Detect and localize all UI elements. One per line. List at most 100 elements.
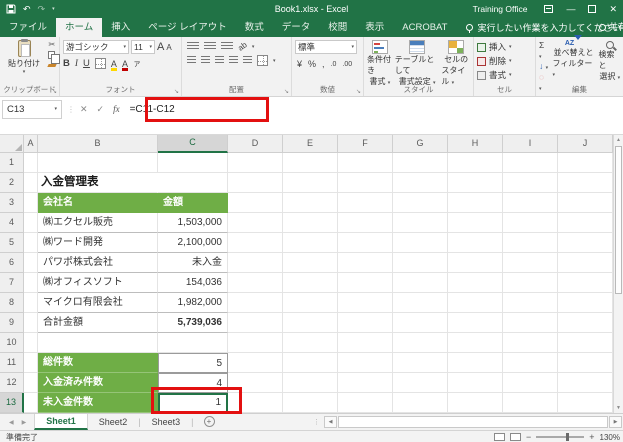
cell-J1[interactable] [558,153,613,173]
cell-G11[interactable] [393,353,448,373]
cell-I7[interactable] [503,273,558,293]
tab-acrobat[interactable]: ACROBAT [393,18,456,37]
cell-E11[interactable] [283,353,338,373]
cell-I10[interactable] [503,333,558,353]
cell-styles-button[interactable]: セルの スタイル ▾ [441,40,471,87]
cell-C5[interactable]: 2,100,000 [158,233,228,253]
row-header-9[interactable]: 9 [0,313,24,333]
row-header-3[interactable]: 3 [0,193,24,213]
cell-A6[interactable] [24,253,38,273]
row-header-4[interactable]: 4 [0,213,24,233]
row-header-11[interactable]: 11 [0,353,24,373]
cell-A9[interactable] [24,313,38,333]
italic-button[interactable]: I [75,59,78,69]
cell-E7[interactable] [283,273,338,293]
tab-review[interactable]: 校閲 [319,18,356,37]
align-bottom-icon[interactable] [221,42,233,51]
column-header-F[interactable]: F [338,135,393,153]
scroll-right-icon[interactable]: ▶ [609,416,622,428]
tab-page-layout[interactable]: ページ レイアウト [139,18,235,37]
cell-I9[interactable] [503,313,558,333]
cell-H9[interactable] [448,313,503,333]
cell-E1[interactable] [283,153,338,173]
cell-J9[interactable] [558,313,613,333]
redo-icon[interactable]: ↷ [38,4,46,15]
cell-E3[interactable] [283,193,338,213]
tab-insert[interactable]: 挿入 [102,18,139,37]
cell-B12[interactable]: 入金済み件数 [38,373,158,393]
cell-D6[interactable] [228,253,283,273]
cell-G10[interactable] [393,333,448,353]
tab-home[interactable]: ホーム [56,18,103,37]
zoom-in-icon[interactable]: + [589,432,594,442]
column-header-E[interactable]: E [283,135,338,153]
cell-I12[interactable] [503,373,558,393]
tell-me-box[interactable]: 実行したい作業を入力してください [466,18,621,37]
grow-font-icon[interactable]: A [157,41,164,53]
cell-J13[interactable] [558,393,613,413]
undo-icon[interactable]: ↶ [23,4,31,15]
row-header-5[interactable]: 5 [0,233,24,253]
cell-J5[interactable] [558,233,613,253]
insert-function-icon[interactable]: fx [113,104,120,114]
cell-F3[interactable] [338,193,393,213]
format-cells-button[interactable]: 書式 ▾ [477,69,533,81]
autosum-icon[interactable]: Σ ▾ [539,40,549,60]
cell-H12[interactable] [448,373,503,393]
cell-G2[interactable] [393,173,448,193]
cell-G5[interactable] [393,233,448,253]
decrease-decimal-icon[interactable]: .00 [342,61,352,68]
align-left-icon[interactable] [187,56,196,65]
cut-icon[interactable]: ✂ [48,40,56,49]
delete-cells-button[interactable]: 削除 ▾ [477,55,533,67]
cell-C13[interactable]: 1 [158,393,228,413]
percent-format-icon[interactable]: % [308,59,316,69]
cell-B9[interactable]: 合計金額 [38,313,158,333]
cell-D5[interactable] [228,233,283,253]
copy-icon[interactable] [48,51,61,64]
cell-H8[interactable] [448,293,503,313]
cell-I5[interactable] [503,233,558,253]
cell-I2[interactable] [503,173,558,193]
ribbon-display-options-icon[interactable] [544,5,554,13]
cell-H10[interactable] [448,333,503,353]
row-header-7[interactable]: 7 [0,273,24,293]
cell-C10[interactable] [158,333,228,353]
cell-G8[interactable] [393,293,448,313]
cell-B4[interactable]: ㈱エクセル販売 [38,213,158,233]
cell-G3[interactable] [393,193,448,213]
font-dialog-launcher-icon[interactable]: ↘ [174,88,179,95]
cell-A13[interactable] [24,393,38,413]
maximize-button[interactable] [588,5,597,13]
cell-J10[interactable] [558,333,613,353]
increase-decimal-icon[interactable]: .0 [331,61,337,68]
cell-D2[interactable] [228,173,283,193]
cancel-icon[interactable]: ✕ [80,104,88,115]
cell-D13[interactable] [228,393,283,413]
cell-F9[interactable] [338,313,393,333]
column-header-H[interactable]: H [448,135,503,153]
cell-C11[interactable]: 5 [158,353,228,373]
row-header-10[interactable]: 10 [0,333,24,353]
cell-F13[interactable] [338,393,393,413]
cell-E4[interactable] [283,213,338,233]
new-sheet-icon[interactable]: + [203,416,215,427]
insert-cells-button[interactable]: 挿入 ▾ [477,41,533,53]
select-all-corner[interactable] [0,135,24,153]
cell-C9[interactable]: 5,739,036 [158,313,228,333]
enter-icon[interactable]: ✓ [97,104,105,115]
row-header-8[interactable]: 8 [0,293,24,313]
cell-D3[interactable] [228,193,283,213]
sheet-tab-sheet3[interactable]: Sheet3 [141,414,192,430]
cell-D4[interactable] [228,213,283,233]
cell-D8[interactable] [228,293,283,313]
zoom-out-icon[interactable]: − [526,432,531,442]
cell-I3[interactable] [503,193,558,213]
format-painter-icon[interactable] [47,64,58,67]
cell-C2[interactable] [158,173,228,193]
alignment-dialog-launcher-icon[interactable]: ↘ [284,88,289,95]
scroll-up-icon[interactable]: ▲ [614,137,623,143]
tab-data[interactable]: データ [273,18,320,37]
cell-D12[interactable] [228,373,283,393]
cell-G13[interactable] [393,393,448,413]
